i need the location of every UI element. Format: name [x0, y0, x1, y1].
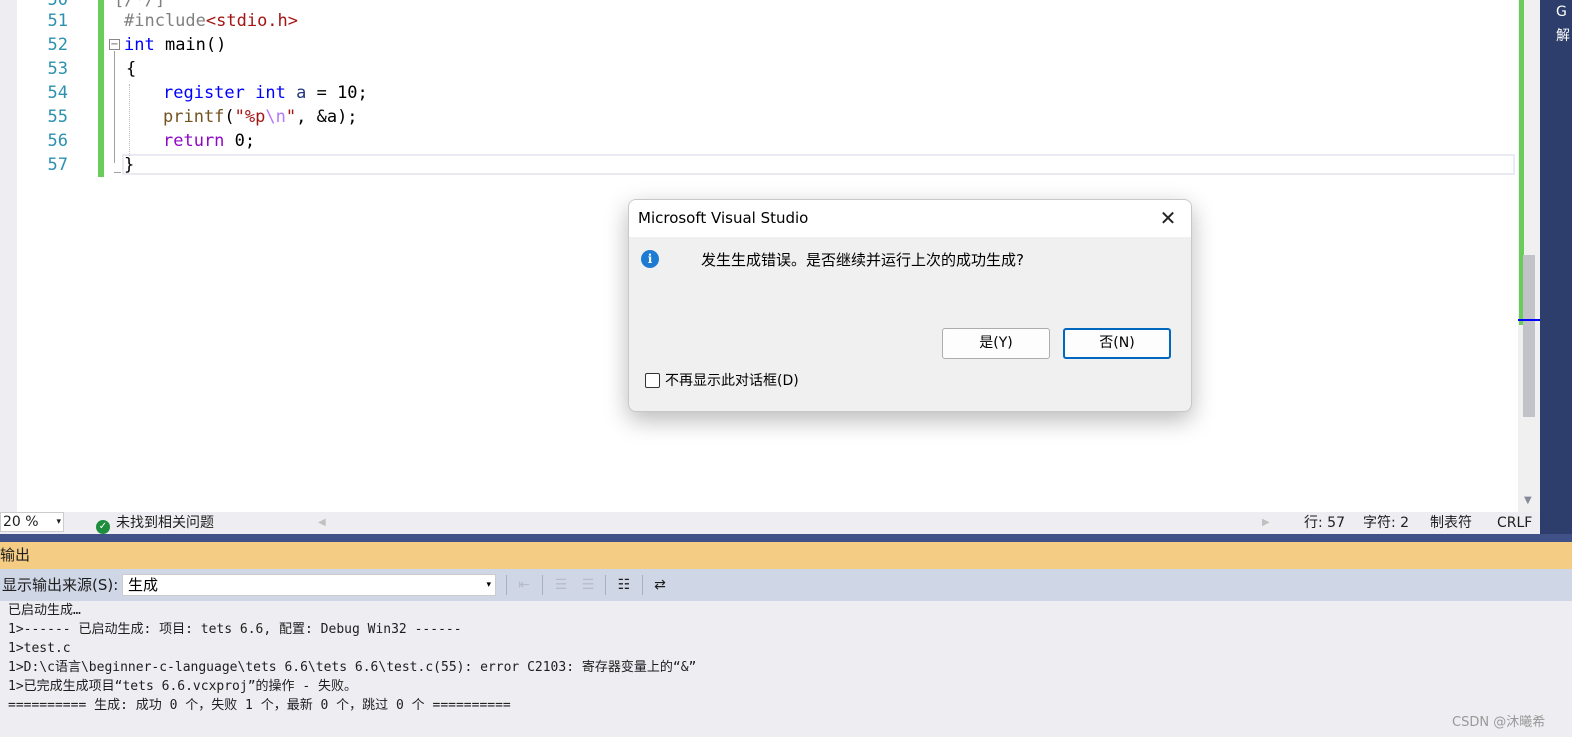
output-source-select[interactable]: 生成 ▾	[122, 574, 496, 596]
variable-token: a	[296, 83, 307, 103]
output-line: ========== 生成: 成功 0 个，失败 1 个，最新 0 个，跳过 0…	[8, 698, 511, 713]
code-line: 51 #include<stdio.h>	[0, 9, 1518, 33]
code-line: 57 }	[0, 153, 1518, 177]
info-icon: i	[641, 250, 659, 268]
keyword-token: int	[255, 83, 286, 103]
go-to-previous-icon[interactable]: ⇤	[515, 576, 533, 594]
code-line: 52 int main()	[0, 33, 1518, 57]
chevron-down-icon: ▾	[486, 580, 491, 590]
no-button-label: 否(N)	[1099, 335, 1135, 351]
close-icon[interactable]: ✕	[1153, 204, 1183, 232]
code-line: 54 register int a = 10;	[0, 81, 1518, 105]
code-text: return 0;	[163, 129, 255, 153]
clear-all-icon[interactable]: ☷	[615, 576, 633, 594]
output-source-label: 显示输出来源(S):	[2, 576, 119, 594]
dialog-title: Microsoft Visual Studio	[638, 209, 809, 227]
solution-explorer-edge[interactable]: G 解	[1540, 0, 1572, 540]
function-token: main()	[154, 35, 227, 55]
dialog-titlebar[interactable]: Microsoft Visual Studio ✕	[629, 200, 1191, 237]
keyword-token: return	[163, 131, 225, 151]
go-to-next-icon[interactable]: ☰	[552, 576, 570, 594]
output-line: 1>------ 已启动生成: 项目: tets 6.6, 配置: Debug …	[8, 622, 462, 637]
keyword-token: int	[124, 35, 155, 55]
code-line: 55 printf("%p\n", &a);	[0, 105, 1518, 129]
issues-text: 未找到相关问题	[116, 515, 214, 531]
output-line: 1>已完成生成项目“tets 6.6.vcxproj”的操作 - 失败。	[8, 679, 358, 694]
scrollbar-thumb[interactable]	[1523, 255, 1535, 417]
yes-button[interactable]: 是(Y)	[942, 328, 1050, 359]
code-text: {	[126, 59, 137, 79]
code-line: 56 return 0;	[0, 129, 1518, 153]
string-token: "%p	[234, 107, 266, 127]
build-error-dialog: Microsoft Visual Studio ✕ i 发生生成错误。是否继续并…	[628, 199, 1192, 412]
code-text: int main()	[124, 33, 226, 57]
line-number: 51	[47, 11, 68, 31]
zoom-dropdown[interactable]: 20 % ▾	[0, 512, 64, 532]
right-panel-text: 解	[1556, 28, 1570, 44]
output-line: 已启动生成…	[8, 603, 81, 618]
scroll-down-icon[interactable]: ▼	[1524, 495, 1532, 506]
panel-splitter[interactable]	[0, 534, 1572, 542]
no-button[interactable]: 否(N)	[1063, 328, 1171, 359]
keyword-token: register	[163, 83, 245, 103]
code-text: }	[124, 155, 135, 175]
string-token: "	[285, 107, 297, 127]
toolbar-separator	[605, 575, 606, 595]
output-line: 1>test.c	[8, 641, 71, 656]
right-panel-text: G	[1556, 4, 1567, 20]
code-rest: = 10;	[306, 83, 368, 103]
dont-show-again-checkbox[interactable]	[645, 373, 660, 388]
code-text: register int a = 10;	[163, 81, 368, 105]
scrollbar-caret-marker	[1518, 319, 1540, 321]
output-source-value: 生成	[128, 576, 159, 594]
toolbar-separator	[506, 575, 507, 595]
scroll-right-icon[interactable]: ▶	[1262, 512, 1270, 534]
code-rest: 0;	[224, 131, 256, 151]
dialog-message: 发生生成错误。是否继续并运行上次的成功生成?	[701, 251, 1024, 269]
include-token: <stdio.h>	[205, 11, 299, 31]
line-number: 52	[47, 35, 68, 55]
chevron-down-icon: ▾	[56, 517, 61, 527]
toolbar-separator	[642, 575, 643, 595]
paren-token: (	[224, 107, 235, 127]
watermark: CSDN @沐曦希	[1452, 715, 1546, 730]
output-text-area[interactable]: 已启动生成… 1>------ 已启动生成: 项目: tets 6.6, 配置:…	[0, 601, 1572, 737]
tab-mode-indicator[interactable]: 制表符	[1430, 512, 1472, 534]
preprocessor-token: #include	[124, 11, 206, 31]
line-number: 53	[47, 59, 68, 79]
output-title-text: 输出	[0, 546, 31, 564]
code-rest: , &a);	[296, 107, 358, 127]
dont-show-again-label[interactable]: 不再显示此对话框(D)	[665, 370, 799, 392]
code-line: 53 {	[0, 57, 1518, 81]
editor-status-bar: 20 % ▾ ✓ 未找到相关问题 ◀ ▶ 行: 57 字符: 2 制表符 CRLF	[0, 512, 1540, 534]
toolbar-separator	[542, 575, 543, 595]
zoom-value: 20 %	[3, 514, 39, 530]
find-message-icon[interactable]: ☰	[579, 576, 597, 594]
issues-indicator[interactable]: ✓ 未找到相关问题	[96, 512, 214, 534]
function-token: printf	[163, 107, 225, 127]
scroll-left-icon[interactable]: ◀	[318, 512, 326, 534]
line-ending-indicator[interactable]: CRLF	[1497, 512, 1532, 534]
code-text: printf("%p\n", &a);	[163, 105, 358, 129]
output-line: 1>D:\c语言\beginner-c-language\tets 6.6\te…	[8, 660, 697, 675]
line-number: 56	[47, 131, 68, 151]
line-number: 55	[47, 107, 68, 127]
line-indicator[interactable]: 行: 57	[1304, 512, 1345, 534]
line-number: 54	[47, 83, 68, 103]
output-toolbar: 显示输出来源(S): 生成 ▾ ⇤ ☰ ☰ ☷ ⇄	[0, 569, 1572, 601]
word-wrap-icon[interactable]: ⇄	[651, 576, 669, 594]
escape-token: \n	[265, 107, 286, 127]
line-number: 57	[47, 155, 68, 175]
output-panel-title[interactable]: 输出	[0, 542, 1572, 569]
char-indicator[interactable]: 字符: 2	[1363, 512, 1409, 534]
check-circle-icon: ✓	[96, 520, 110, 534]
code-text: #include<stdio.h>	[124, 9, 298, 33]
